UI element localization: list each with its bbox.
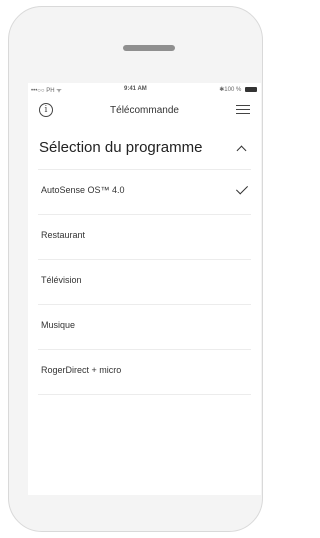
phone-speaker (123, 45, 175, 51)
page-title: Télécommande (110, 105, 179, 116)
program-section-header[interactable]: Sélection du programme (28, 125, 261, 169)
program-item-television[interactable]: Télévision (38, 259, 251, 304)
program-label: Musique (41, 320, 76, 330)
checkmark-icon (235, 182, 249, 195)
program-item-rogerdirect[interactable]: RogerDirect + micro (38, 349, 251, 395)
program-label: AutoSense OS™ 4.0 (41, 185, 125, 195)
section-title: Sélection du programme (39, 139, 203, 156)
menu-icon[interactable] (236, 105, 250, 115)
chevron-up-icon[interactable] (236, 145, 247, 156)
app-screen: •••○○ PH ᯤ 9:41 AM ✱100 % i Télécommande… (28, 83, 261, 495)
program-item-autosense[interactable]: AutoSense OS™ 4.0 (38, 169, 251, 214)
status-bar: •••○○ PH ᯤ 9:41 AM ✱100 % (28, 83, 261, 97)
status-time: 9:41 AM (124, 86, 147, 92)
program-label: Restaurant (41, 230, 86, 240)
phone-frame: •••○○ PH ᯤ 9:41 AM ✱100 % i Télécommande… (8, 6, 263, 532)
battery-icon (245, 86, 257, 92)
battery-percent: ✱100 % (219, 87, 242, 93)
nav-bar: i Télécommande (28, 97, 261, 125)
carrier-signal: •••○○ PH ᯤ (31, 88, 62, 94)
program-label: RogerDirect + micro (41, 365, 122, 375)
program-item-musique[interactable]: Musique (38, 304, 251, 349)
program-list: AutoSense OS™ 4.0 Restaurant Télévision … (28, 169, 261, 395)
program-item-restaurant[interactable]: Restaurant (38, 214, 251, 259)
battery-indicator: ✱100 % (219, 86, 257, 93)
program-label: Télévision (41, 275, 82, 285)
